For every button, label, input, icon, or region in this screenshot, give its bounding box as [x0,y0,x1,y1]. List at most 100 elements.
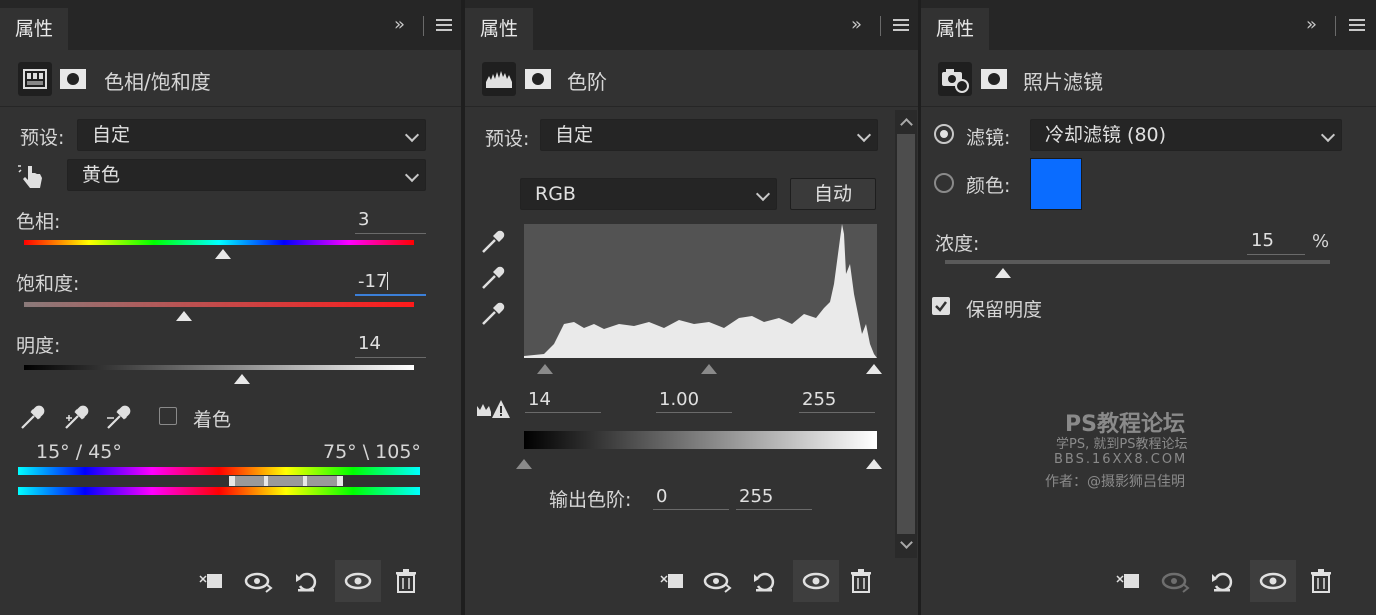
auto-button[interactable]: 自动 [790,178,876,210]
range-handle[interactable] [264,476,268,486]
hue-saturation-adjustment-icon[interactable] [18,62,52,96]
black-point-eyedropper-icon[interactable] [479,228,507,256]
tab-properties[interactable]: 属性 [465,8,533,50]
lightness-slider-track[interactable] [24,365,414,370]
menu-icon[interactable] [1349,19,1365,32]
white-point-eyedropper-icon[interactable] [479,300,507,328]
panel-title: 色相/饱和度 [104,70,211,94]
filter-label: 滤镜: [966,127,1011,149]
divider [880,16,881,36]
density-slider-thumb[interactable] [994,268,1011,278]
channel-dropdown[interactable]: 黄色 [67,159,426,191]
levels-panel: 属性 » 色阶 预设: 自定 RGB 自动 14 1.00 255 输出色阶: … [465,0,918,615]
hue-label: 色相: [16,211,61,233]
scroll-down-icon[interactable] [900,536,913,549]
field-underline [1247,254,1305,255]
watermark-url: BBS.16XX8.COM [1054,452,1188,467]
view-previous-state-icon[interactable] [244,568,273,594]
hue-value-field[interactable]: 3 [358,209,369,230]
view-previous-state-icon [1161,568,1190,594]
color-swatch[interactable] [1030,158,1082,210]
range-handle[interactable] [337,476,343,486]
targeted-adjustment-hand-icon[interactable] [18,162,48,192]
chevron-down-icon [1320,127,1336,143]
range-handle[interactable] [303,476,307,486]
eyedropper-minus-icon[interactable] [104,404,132,432]
eye-icon[interactable] [335,560,381,602]
mask-icon[interactable] [977,62,1011,96]
range-handle[interactable] [229,476,235,486]
clip-to-layer-icon[interactable] [198,568,224,594]
input-black-field[interactable]: 14 [528,389,551,410]
input-white-thumb[interactable] [866,364,882,374]
filter-dropdown[interactable]: 冷却滤镜 (80) [1030,119,1342,151]
trash-icon[interactable] [848,568,874,594]
output-white-field[interactable]: 255 [739,486,773,507]
output-white-thumb[interactable] [866,459,882,469]
reset-icon[interactable] [1210,568,1236,594]
clip-to-layer-icon[interactable] [1115,568,1141,594]
eyedropper-plus-icon[interactable] [62,404,90,432]
preset-label: 预设: [485,128,530,150]
collapse-icon[interactable]: » [1306,14,1317,35]
chevron-down-icon [404,167,420,183]
watermark-subtitle: 学PS, 就到PS教程论坛 [1056,437,1188,452]
photo-filter-panel: 属性 » 照片滤镜 滤镜: 冷却滤镜 (80) 颜色: 浓度: 15 % 保留明… [921,0,1376,615]
view-previous-state-icon[interactable] [703,568,732,594]
panel-tab-bar: 属性 » [465,0,918,50]
collapse-icon[interactable]: » [394,14,405,35]
scrollbar-thumb[interactable] [897,134,915,534]
levels-adjustment-icon[interactable] [482,62,516,96]
tab-properties[interactable]: 属性 [921,8,989,50]
color-radio[interactable] [934,173,954,193]
input-gamma-field[interactable]: 1.00 [659,389,699,410]
eye-icon[interactable] [793,560,839,602]
panel-tab-bar: 属性 » [0,0,461,50]
checkmark-icon [935,301,947,312]
filter-radio[interactable] [934,124,954,144]
density-slider-track[interactable] [945,260,1330,264]
input-white-field[interactable]: 255 [802,389,836,410]
lightness-label: 明度: [16,335,61,357]
eyedropper-icon[interactable] [18,404,46,432]
saturation-field-underline [355,294,426,296]
color-range-selector[interactable] [229,476,343,486]
density-unit: % [1312,231,1330,252]
menu-icon[interactable] [436,19,452,32]
preset-dropdown[interactable]: 自定 [77,119,426,151]
preset-dropdown[interactable]: 自定 [540,119,878,151]
trash-icon[interactable] [393,568,419,594]
color-range-bar-top [18,467,420,475]
scrollbar[interactable] [895,110,917,558]
saturation-slider-track[interactable] [24,302,414,307]
lightness-slider-thumb[interactable] [234,374,251,384]
colorize-checkbox[interactable] [159,407,177,425]
eye-icon[interactable] [1250,560,1296,602]
lightness-value-field[interactable]: 14 [358,333,381,354]
output-black-thumb[interactable] [516,459,532,469]
channel-dropdown[interactable]: RGB [520,178,777,210]
collapse-icon[interactable]: » [851,14,862,35]
reset-icon[interactable] [294,568,320,594]
saturation-value-field[interactable]: -17 [358,271,389,292]
input-black-thumb[interactable] [537,364,553,374]
photo-filter-adjustment-icon[interactable] [938,62,972,96]
output-black-field[interactable]: 0 [656,486,667,507]
tab-properties[interactable]: 属性 [0,8,68,50]
mask-icon[interactable] [521,62,555,96]
menu-icon[interactable] [893,19,909,32]
hue-slider-thumb[interactable] [214,249,231,259]
clipping-warning-icon[interactable] [475,398,511,420]
density-value-field[interactable]: 15 [1251,230,1274,251]
input-gamma-thumb[interactable] [701,364,717,374]
trash-icon[interactable] [1308,568,1334,594]
scroll-up-icon[interactable] [900,118,913,131]
divider [423,16,424,36]
hue-slider-track[interactable] [24,240,414,245]
reset-icon[interactable] [752,568,778,594]
saturation-slider-thumb[interactable] [175,311,192,321]
preserve-luminosity-checkbox[interactable] [932,297,950,315]
mask-icon[interactable] [56,62,90,96]
clip-to-layer-icon[interactable] [659,568,685,594]
gray-point-eyedropper-icon[interactable] [479,264,507,292]
